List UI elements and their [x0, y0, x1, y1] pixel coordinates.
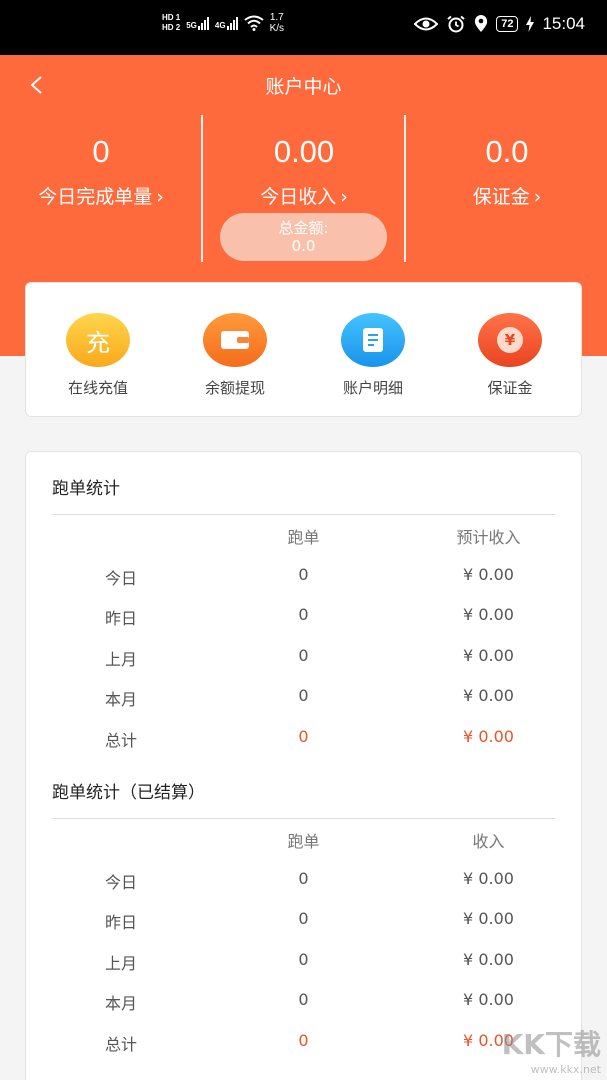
status-bar: HD 1 HD 2 5G 4G 1.7 K/s 72 15:04	[0, 0, 607, 55]
deposit-stat[interactable]: 0.0 保证金 ›	[406, 130, 607, 209]
row-label: 昨日	[104, 913, 137, 932]
column-header-orders: 跑单	[287, 832, 320, 851]
row-count: 0	[298, 605, 309, 624]
row-income: ¥ 0.00	[463, 565, 514, 584]
eye-icon	[414, 17, 439, 31]
row-count: 0	[298, 686, 309, 705]
chevron-right-icon: ›	[156, 186, 164, 208]
signal-4g-icon: 4G	[215, 16, 238, 30]
battery-level: 72	[496, 16, 519, 32]
deposit-button[interactable]: ¥ 保证金	[440, 313, 580, 398]
account-detail-button[interactable]: 账户明细	[303, 313, 443, 398]
row-count: 0	[298, 869, 309, 888]
column-header-income: 预计收入	[456, 528, 521, 547]
deposit-action-label: 保证金	[487, 379, 533, 397]
alarm-icon	[447, 15, 465, 33]
deposit-label: 保证金 ›	[472, 186, 542, 208]
row-count: 0	[298, 646, 309, 665]
signal-5g-icon: 5G	[186, 16, 209, 30]
row-income: ¥ 0.00	[463, 990, 514, 1009]
order-statistics-card: 跑单统计 跑单 预计收入 今日 0 ¥ 0.00 昨日 0 ¥ 0.00 上月 …	[25, 451, 582, 1080]
deposit-value: 0.0	[485, 134, 529, 169]
row-count: 0	[298, 565, 309, 584]
row-income: ¥ 0.00	[463, 686, 514, 705]
recharge-icon: 充	[66, 313, 130, 367]
status-right: 72 15:04	[414, 14, 585, 34]
row-label: 今日	[104, 873, 137, 892]
today-income-label: 今日收入 ›	[260, 186, 348, 208]
total-amount-label: 总金额:	[278, 219, 329, 237]
clock: 15:04	[542, 14, 585, 33]
withdraw-button[interactable]: 余额提现	[165, 313, 305, 398]
row-income: ¥ 0.00	[463, 869, 514, 888]
row-label: 本月	[104, 994, 137, 1013]
total-amount-value: 0.0	[291, 237, 316, 255]
total-income: ¥ 0.00	[463, 727, 514, 746]
total-count: 0	[298, 727, 309, 746]
charging-icon	[526, 16, 535, 32]
location-icon	[475, 15, 488, 32]
status-left: HD 1 HD 2 5G 4G 1.7 K/s	[162, 12, 284, 34]
row-count: 0	[298, 990, 309, 1009]
hd1-label: HD 1	[162, 13, 181, 22]
row-income: ¥ 0.00	[463, 950, 514, 969]
network-speed: 1.7 K/s	[269, 12, 285, 34]
today-income-value: 0.00	[273, 134, 335, 169]
today-orders-value: 0	[92, 134, 110, 169]
chevron-right-icon: ›	[533, 186, 542, 208]
withdraw-label: 余额提现	[204, 379, 265, 397]
page-title: 账户中心	[265, 76, 342, 98]
today-orders-stat[interactable]: 0 今日完成单量 ›	[0, 130, 202, 209]
account-detail-label: 账户明细	[342, 379, 403, 397]
total-count: 0	[298, 1031, 309, 1050]
row-label: 今日	[104, 569, 137, 588]
row-income: ¥ 0.00	[463, 605, 514, 624]
recharge-button[interactable]: 充 在线充值	[28, 313, 168, 398]
hd-indicator: HD 1 HD 2	[162, 13, 180, 33]
watermark-logo: KK下载 www.kkx.net	[501, 1028, 601, 1076]
yen-icon: ¥	[478, 313, 542, 367]
quick-actions-card: 充 在线充值 余额提现 账户明细 ¥ 保证金	[25, 282, 582, 417]
section-divider	[52, 818, 555, 819]
chevron-right-icon: ›	[340, 186, 348, 208]
recharge-label: 在线充值	[67, 379, 128, 397]
row-label: 总计	[104, 1035, 137, 1054]
row-count: 0	[298, 909, 309, 928]
total-amount-badge: 总金额: 0.0	[220, 213, 387, 261]
section-title: 跑单统计	[52, 479, 120, 499]
row-label: 总计	[104, 731, 137, 750]
row-income: ¥ 0.00	[463, 909, 514, 928]
wifi-icon	[243, 15, 264, 31]
wallet-icon	[203, 313, 267, 367]
row-label: 本月	[104, 690, 137, 709]
row-label: 昨日	[104, 609, 137, 628]
row-income: ¥ 0.00	[463, 646, 514, 665]
today-income-stat[interactable]: 0.00 今日收入 ›	[203, 130, 405, 209]
row-label: 上月	[104, 954, 137, 973]
row-count: 0	[298, 950, 309, 969]
section-divider	[52, 514, 555, 515]
column-header-orders: 跑单	[287, 528, 320, 547]
document-icon	[341, 313, 405, 367]
settled-section-title: 跑单统计（已结算）	[52, 783, 205, 803]
today-orders-label: 今日完成单量 ›	[38, 186, 164, 208]
hd2-label: HD 2	[162, 23, 181, 32]
column-header-income: 收入	[472, 832, 505, 851]
row-label: 上月	[104, 650, 137, 669]
